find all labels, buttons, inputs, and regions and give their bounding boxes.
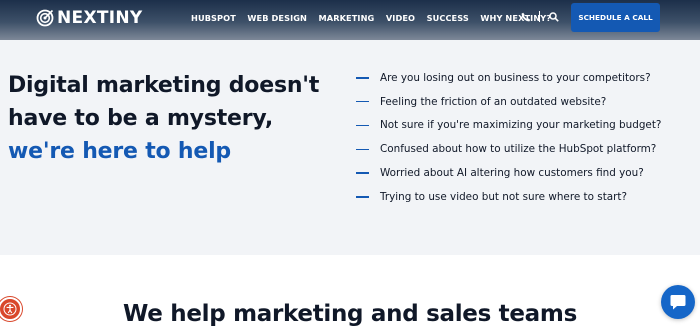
logo-text: NEXTINY	[57, 8, 143, 28]
list-item: Worried about AI altering how customers …	[356, 161, 661, 185]
chat-icon	[670, 295, 686, 310]
logo[interactable]: NEXTINY	[36, 9, 143, 27]
dash-icon	[356, 196, 369, 198]
dash-icon	[356, 172, 369, 174]
list-item: Trying to use video but not sure where t…	[356, 185, 661, 209]
header-divider	[539, 11, 540, 22]
nav-item-marketing[interactable]: MARKETING	[319, 13, 375, 23]
headline-line-2: have to be a mystery,	[8, 106, 273, 131]
dash-icon	[356, 148, 369, 151]
list-item: Confused about how to utilize the HubSpo…	[356, 137, 661, 161]
hero-section: Digital marketing doesn't have to be a m…	[0, 40, 700, 255]
nav-item-web-design[interactable]: WEB DESIGN	[247, 13, 307, 23]
list-item: Feeling the friction of an outdated webs…	[356, 90, 661, 114]
headline-highlight: we're here to help	[8, 139, 231, 164]
dash-icon	[356, 100, 369, 103]
search-icon[interactable]	[549, 12, 559, 22]
list-item: Not sure if you're maximizing your marke…	[356, 114, 661, 138]
nav-item-success[interactable]: SUCCESS	[427, 13, 469, 23]
list-item-text: Trying to use video but not sure where t…	[380, 190, 628, 203]
pain-point-list: Are you losing out on business to your c…	[356, 66, 661, 209]
phone-icon[interactable]	[521, 12, 531, 22]
list-item: Are you losing out on business to your c…	[356, 66, 661, 90]
dash-icon	[356, 124, 369, 127]
section-heading: We help marketing and sales teams	[123, 301, 577, 326]
list-item-text: Confused about how to utilize the HubSpo…	[380, 143, 657, 156]
list-item-text: Feeling the friction of an outdated webs…	[380, 95, 607, 108]
chat-button[interactable]	[661, 285, 695, 319]
headline-line-1: Digital marketing doesn't	[8, 73, 320, 98]
schedule-call-button[interactable]: SCHEDULE A CALL	[571, 3, 660, 32]
hero-headline: Digital marketing doesn't have to be a m…	[8, 69, 338, 168]
dash-icon	[356, 77, 369, 79]
main-nav: HUBSPOT WEB DESIGN MARKETING VIDEO SUCCE…	[191, 13, 563, 23]
target-logo-icon	[36, 9, 54, 27]
site-header: NEXTINY HUBSPOT WEB DESIGN MARKETING VID…	[0, 0, 700, 40]
nav-item-why-nextiny[interactable]: WHY NEXTINY?	[480, 13, 551, 23]
list-item-text: Not sure if you're maximizing your marke…	[380, 119, 662, 132]
nav-item-video[interactable]: VIDEO	[386, 13, 415, 23]
list-item-text: Worried about AI altering how customers …	[380, 167, 644, 180]
accessibility-icon	[3, 302, 17, 316]
list-item-text: Are you losing out on business to your c…	[380, 71, 651, 84]
nav-item-hubspot[interactable]: HUBSPOT	[191, 13, 236, 23]
